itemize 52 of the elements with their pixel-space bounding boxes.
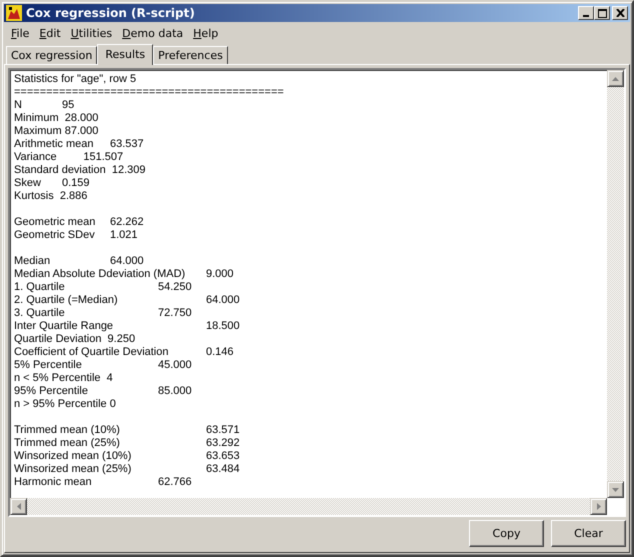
menu-item[interactable]: Edit (34, 26, 66, 40)
output-line: Kurtosis 2.886 (14, 190, 88, 203)
close-button[interactable] (612, 6, 628, 20)
output-line: Skew 0.159 (14, 177, 90, 190)
output-line: Coefficient of Quartile Deviation 0.146 (14, 346, 234, 359)
output-line: Standard deviation 12.309 (14, 164, 146, 177)
menu-item[interactable]: Utilities (66, 26, 118, 40)
output-line: n > 95% Percentile 0 (14, 398, 116, 411)
maximize-button[interactable] (594, 6, 610, 20)
action-button[interactable]: Clear (551, 520, 626, 547)
output-line: 95% Percentile 85.000 (14, 385, 192, 398)
output-line: 3. Quartile 72.750 (14, 307, 192, 320)
output-line: 2. Quartile (=Median) 64.000 (14, 294, 240, 307)
output-line: Quartile Deviation 9.250 (14, 333, 136, 346)
output-line: 5% Percentile 45.000 (14, 359, 192, 372)
menu-item[interactable]: File (6, 26, 34, 40)
maximize-icon (598, 8, 606, 18)
tab[interactable]: Preferences (153, 46, 228, 64)
output-line: Statistics for "age", row 5 (14, 73, 136, 86)
output-line: 1. Quartile 54.250 (14, 281, 192, 294)
output-line: N 95 (14, 99, 74, 112)
minimize-button[interactable] (578, 6, 594, 20)
left-arrow-icon[interactable] (16, 503, 20, 510)
vertical-scrollbar[interactable] (607, 70, 624, 498)
horizontal-scrollbar[interactable] (10, 498, 607, 515)
app-icon (6, 5, 22, 21)
menu-item[interactable]: Help (188, 26, 224, 40)
output-line: Trimmed mean (10%) 63.571 (14, 424, 240, 437)
output-line: Harmonic mean 62.766 (14, 476, 192, 489)
output-line: Arithmetic mean 63.537 (14, 138, 144, 151)
right-arrow-icon[interactable] (596, 503, 600, 510)
close-icon (616, 9, 624, 17)
output-line: ========================================== (14, 86, 284, 99)
tab[interactable]: Cox regression (6, 46, 98, 64)
tab[interactable]: Results (97, 44, 154, 65)
output-line: Minimum 28.000 (14, 112, 98, 125)
up-arrow-icon[interactable] (612, 76, 619, 80)
menu-item[interactable]: Demo data (117, 26, 188, 40)
output-line: Geometric mean 62.262 (14, 216, 144, 229)
action-button[interactable]: Copy (469, 520, 544, 547)
output-line: Maximum 87.000 (14, 125, 98, 138)
output-line: Winsorized mean (25%) 63.484 (14, 463, 240, 476)
down-arrow-icon[interactable] (612, 488, 619, 492)
output-line: Variance 151.507 (14, 151, 124, 164)
output-line: Trimmed mean (25%) 63.292 (14, 437, 240, 450)
output-line: Median 64.000 (14, 255, 144, 268)
output-line: n < 5% Percentile 4 (14, 372, 113, 385)
output-line: Geometric SDev 1.021 (14, 229, 138, 242)
output-line: Winsorized mean (10%) 63.653 (14, 450, 240, 463)
window-title: Cox regression (R-script) (26, 6, 196, 20)
output-line: Median Absolute Ddeviation (MAD) 9.000 (14, 268, 234, 281)
output-line: Inter Quartile Range 18.500 (14, 320, 240, 333)
